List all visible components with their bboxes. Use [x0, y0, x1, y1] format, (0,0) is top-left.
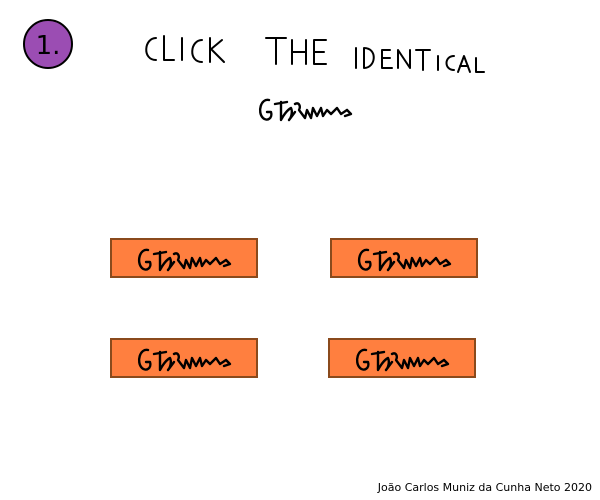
scribble-word-icon [137, 348, 232, 372]
answer-option-2[interactable] [330, 238, 478, 278]
author-credit: João Carlos Muniz da Cunha Neto 2020 [377, 481, 592, 494]
scribble-word-icon [357, 248, 452, 272]
level-badge: 1. [22, 18, 74, 70]
scribble-word-icon [355, 348, 450, 372]
answer-option-1[interactable] [110, 238, 258, 278]
answer-option-4[interactable] [328, 338, 476, 378]
scribble-word-icon [258, 98, 353, 122]
scribble-word-icon [137, 248, 232, 272]
instruction-title: CLICK THE IDENTICAL [140, 30, 500, 80]
level-number: 1. [36, 31, 61, 61]
answer-option-3[interactable] [110, 338, 258, 378]
target-glyph [255, 92, 359, 126]
